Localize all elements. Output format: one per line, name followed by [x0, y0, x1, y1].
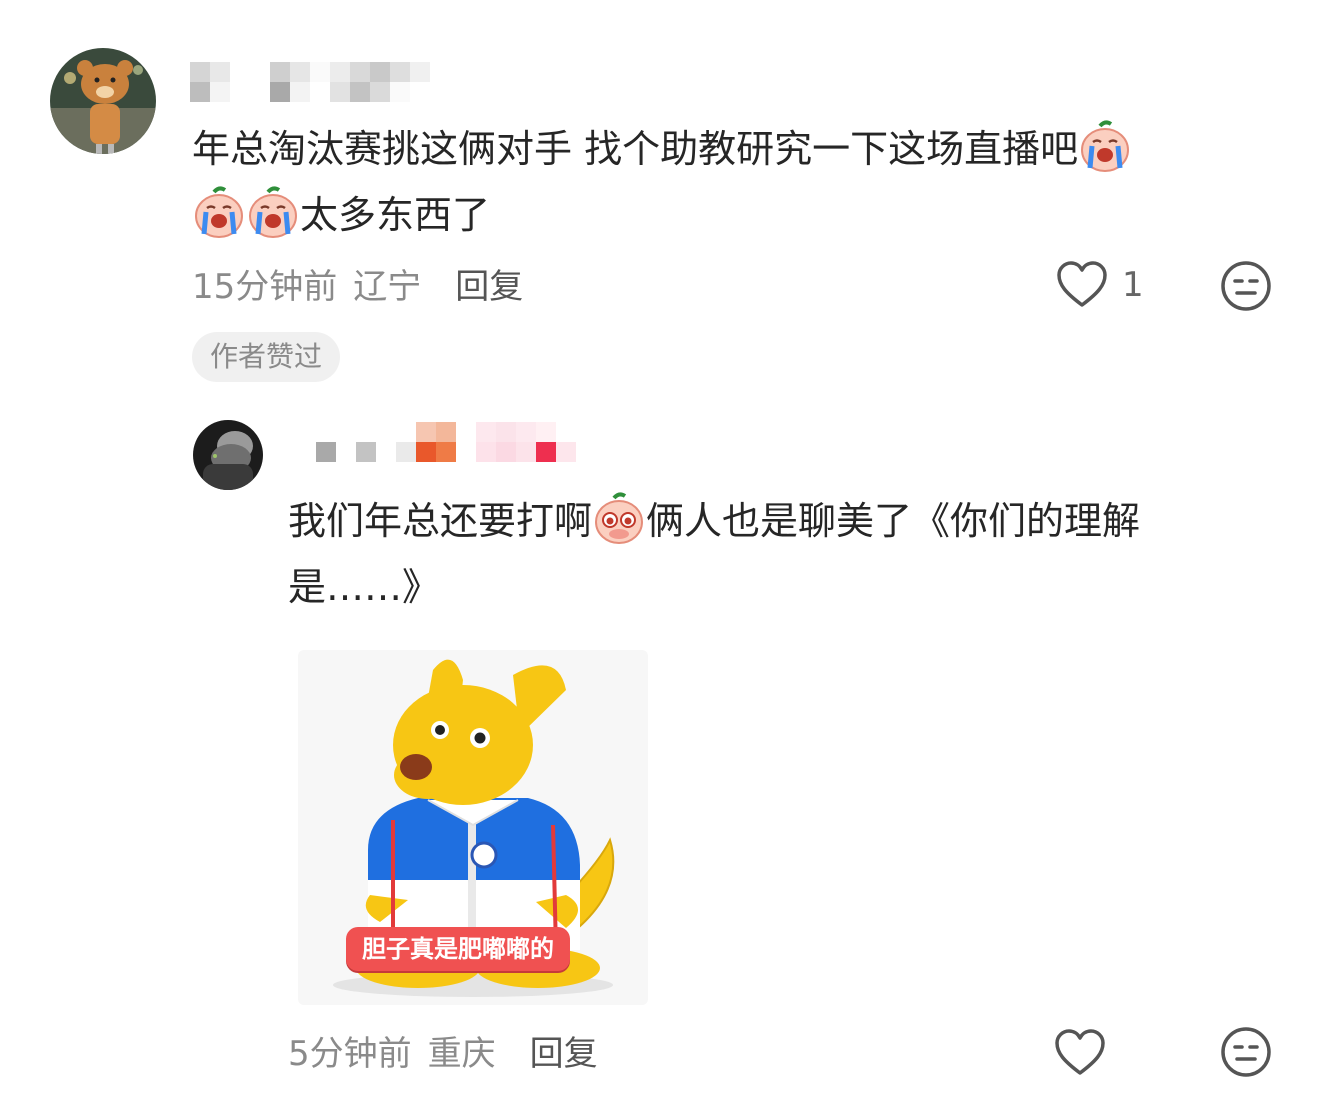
neutral-face-icon [1221, 1027, 1271, 1077]
reply-commenter-username-blurred[interactable] [316, 422, 576, 462]
pleading-peach-icon [592, 492, 646, 546]
like-button[interactable]: 1 [1056, 260, 1144, 310]
crying-peach-icon [1078, 120, 1132, 174]
reply-reply-button[interactable]: 回复 [530, 1026, 598, 1075]
sticker-caption: 胆子真是肥嘟嘟的 [346, 927, 570, 971]
author-liked-badge: 作者赞过 [192, 332, 341, 382]
commenter-username-blurred[interactable] [190, 62, 430, 102]
reply-text-part-2: 俩人也是聊美了《你们的理解 [646, 499, 1141, 543]
reply-button[interactable]: 回复 [455, 259, 523, 308]
comment-meta: 15分钟前 辽宁 回复 [192, 259, 523, 308]
reply-dislike-button[interactable] [1220, 1026, 1272, 1082]
reply-time: 5分钟前 [288, 1033, 412, 1074]
reply-text: 我们年总还要打啊 俩人也是聊美了《你们的理解 [288, 488, 1140, 554]
heart-icon [1055, 1029, 1105, 1075]
commenter-avatar[interactable] [50, 48, 156, 154]
reply-location: 重庆 [427, 1033, 496, 1074]
neutral-face-icon [1221, 261, 1271, 311]
comment-location: 辽宁 [353, 266, 422, 307]
reply-like-button[interactable] [1054, 1027, 1106, 1079]
reply-commenter-avatar[interactable] [193, 420, 263, 490]
comment-text-line-2-wrap: 太多东西了 [192, 182, 490, 248]
reply-text-part-1: 我们年总还要打啊 [288, 499, 593, 543]
dislike-button[interactable] [1220, 260, 1272, 316]
crying-peach-icon [246, 186, 300, 240]
comment-text-line-1: 年总淘汰赛挑这俩对手 找个助教研究一下这场直播吧 [192, 127, 1079, 171]
comment-text-line-2: 太多东西了 [300, 193, 491, 237]
comment-text: 年总淘汰赛挑这俩对手 找个助教研究一下这场直播吧 [192, 116, 1132, 182]
reply-text-line-2: 是……》 [288, 565, 441, 609]
like-count: 1 [1122, 265, 1144, 305]
heart-icon [1057, 261, 1107, 307]
comment-time: 15分钟前 [192, 266, 338, 307]
crying-peach-icon [192, 186, 246, 240]
reply-meta: 5分钟前 重庆 回复 [288, 1026, 598, 1075]
reply-sticker-image[interactable]: 胆子真是肥嘟嘟的 [298, 650, 648, 1005]
